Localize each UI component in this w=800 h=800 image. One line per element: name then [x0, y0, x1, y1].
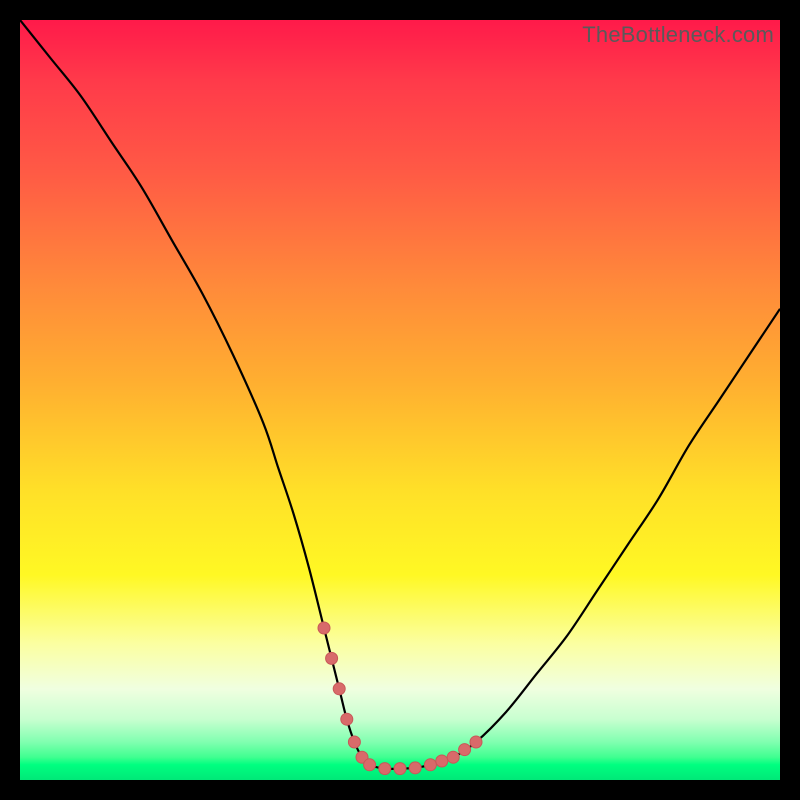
trough-marker	[318, 622, 330, 634]
trough-marker	[379, 763, 391, 775]
trough-marker	[436, 755, 448, 767]
trough-marker	[364, 759, 376, 771]
trough-marker	[333, 683, 345, 695]
trough-marker	[424, 759, 436, 771]
chart-container: TheBottleneck.com	[0, 0, 800, 800]
trough-marker	[459, 744, 471, 756]
trough-marker	[409, 762, 421, 774]
trough-marker	[341, 713, 353, 725]
trough-marker	[394, 763, 406, 775]
trough-marker	[348, 736, 360, 748]
trough-marker	[447, 751, 459, 763]
trough-marker	[326, 652, 338, 664]
bottleneck-curve	[20, 20, 780, 780]
plot-area: TheBottleneck.com	[20, 20, 780, 780]
trough-marker	[470, 736, 482, 748]
